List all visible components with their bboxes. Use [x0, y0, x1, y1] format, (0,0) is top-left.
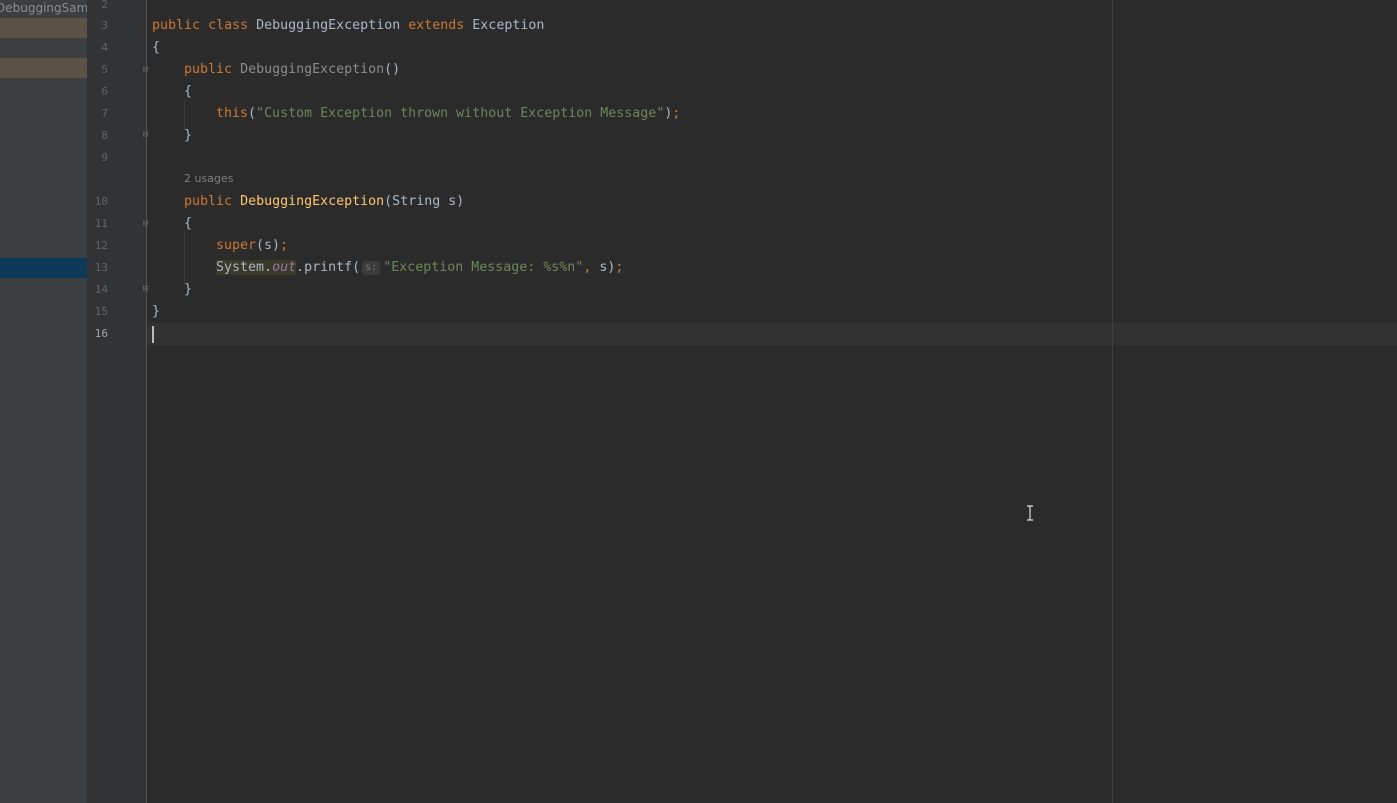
line-number: 11	[94, 217, 108, 230]
line-number: 9	[101, 151, 108, 164]
project-tree-row-selected[interactable]	[0, 258, 87, 278]
method-call: .printf(	[296, 260, 361, 275]
indent-guide	[184, 232, 185, 284]
line-number: 14	[94, 283, 108, 296]
project-tree-row-highlight[interactable]	[0, 58, 87, 78]
dot: .	[264, 260, 273, 275]
keyword: extends	[408, 18, 465, 33]
line-number: 3	[101, 19, 108, 32]
code-line-8: }	[184, 128, 193, 143]
class-ref: System	[216, 260, 265, 275]
line-number-current: 16	[94, 327, 108, 340]
parens: ()	[384, 62, 401, 77]
string-literal: "Exception Message: %s%n"	[383, 260, 584, 275]
code-line-12: super(s);	[216, 235, 288, 257]
string-literal: "Custom Exception thrown without Excepti…	[256, 106, 665, 121]
line-number: 5	[101, 63, 108, 76]
project-panel: DebuggingSamples	[0, 0, 87, 803]
semicolon: ;	[672, 106, 681, 121]
semicolon: ;	[280, 238, 289, 253]
line-number: 8	[101, 129, 108, 142]
line-number: 2	[101, 0, 108, 11]
keyword: class	[208, 18, 249, 33]
paren: (	[248, 106, 257, 121]
current-line-highlight	[147, 323, 1397, 345]
keyword: public	[184, 194, 233, 209]
line-number: 6	[101, 85, 108, 98]
line-number: 10	[94, 195, 108, 208]
line-number: 12	[94, 239, 108, 252]
argument: s)	[591, 260, 616, 275]
code-line-10: public DebuggingException(String s)	[184, 191, 464, 213]
project-title[interactable]: DebuggingSamples	[0, 1, 87, 15]
static-field: out	[272, 260, 297, 275]
parameters: (String s)	[384, 194, 465, 209]
class-name: DebuggingException	[256, 18, 401, 33]
right-margin-guide	[1112, 0, 1113, 803]
usages-inlay-hint[interactable]: 2 usages	[184, 172, 233, 185]
keyword: super	[216, 238, 257, 253]
line-number: 13	[94, 261, 108, 274]
semicolon: ;	[615, 260, 624, 275]
code-line-7: this("Custom Exception thrown without Ex…	[216, 103, 680, 125]
line-number: 4	[101, 41, 108, 54]
code-line-13: System.out.printf(s: "Exception Message: …	[216, 257, 623, 279]
keyword: public	[152, 18, 201, 33]
constructor-name-unused: DebuggingException	[240, 62, 385, 77]
code-line-6: {	[184, 84, 193, 99]
usage-highlight: System.out	[216, 260, 297, 275]
superclass-name: Exception	[472, 18, 545, 33]
text-cursor-icon	[1025, 505, 1035, 521]
ide-window: DebuggingSamples 2 3 4 5 6 7 8 9 10 11 1…	[0, 0, 1397, 803]
arguments: (s)	[256, 238, 281, 253]
code-line-15: }	[152, 304, 161, 319]
keyword: public	[184, 62, 233, 77]
code-line-14: }	[184, 282, 193, 297]
keyword: this	[216, 106, 249, 121]
code-line-4: {	[152, 40, 161, 55]
constructor-name: DebuggingException	[240, 194, 385, 209]
line-number: 15	[94, 305, 108, 318]
ibeam-icon	[1027, 505, 1033, 521]
code-line-11: {	[184, 216, 193, 231]
project-tree-row-highlight[interactable]	[0, 18, 87, 38]
code-line-5: public DebuggingException()	[184, 59, 400, 81]
code-line-3: public class DebuggingException extends …	[152, 15, 544, 37]
parameter-name-hint: s:	[362, 261, 381, 275]
text-caret	[152, 326, 154, 343]
line-number: 7	[101, 107, 108, 120]
